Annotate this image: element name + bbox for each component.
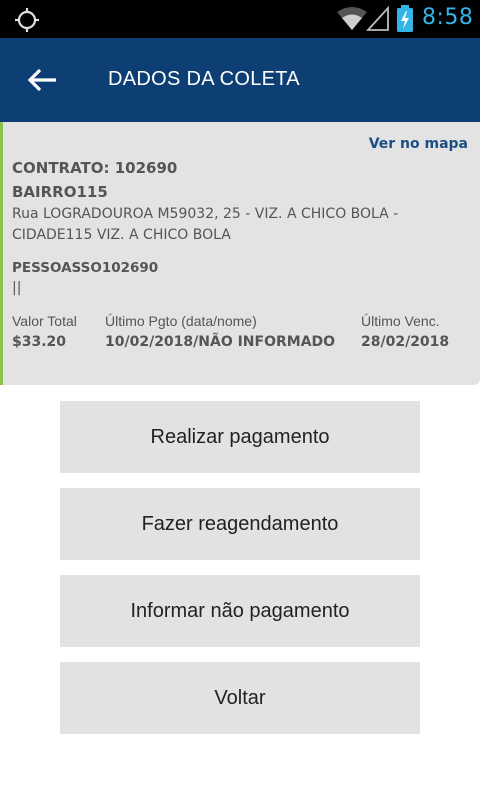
gps-icon: [15, 8, 39, 32]
last-payment-label: Último Pgto (data/nome): [105, 313, 257, 329]
view-on-map-link[interactable]: Ver no mapa: [369, 136, 468, 152]
collection-card: Ver no mapa CONTRATO: 102690 BAIRRO115 R…: [0, 122, 480, 385]
total-value: $33.20: [12, 334, 67, 350]
arrow-left-icon[interactable]: [22, 62, 62, 98]
signal-icon: [366, 6, 389, 31]
app-bar: DADOS DA COLETA: [0, 38, 480, 122]
extra-info: ||: [12, 280, 22, 296]
battery-charging-icon: [397, 5, 413, 32]
last-payment-value: 10/02/2018/NÃO INFORMADO: [105, 334, 336, 350]
back-button[interactable]: Voltar: [60, 662, 420, 734]
last-due-label: Último Venc.: [361, 313, 440, 329]
page-title: DADOS DA COLETA: [108, 68, 300, 90]
address: Rua LOGRADOUROA M59032, 25 - VIZ. A CHIC…: [12, 206, 399, 243]
neighborhood: BAIRRO115: [12, 183, 108, 201]
last-due-value: 28/02/2018: [361, 334, 450, 350]
wifi-icon: [337, 7, 367, 30]
clock: 8:58: [422, 5, 474, 30]
last-payment-column: Último Pgto (data/nome) 10/02/2018/NÃO I…: [105, 313, 335, 350]
last-due-column: Último Venc. 28/02/2018: [361, 313, 449, 350]
person-name: PESSOASSO102690: [12, 260, 159, 276]
status-bar: 8:58: [0, 0, 480, 38]
contract-number: CONTRATO: 102690: [12, 159, 178, 177]
report-no-payment-button[interactable]: Informar não pagamento: [60, 575, 420, 647]
make-payment-button[interactable]: Realizar pagamento: [60, 401, 420, 473]
total-value-label: Valor Total: [12, 313, 77, 329]
total-value-column: Valor Total $33.20: [12, 313, 77, 350]
reschedule-button[interactable]: Fazer reagendamento: [60, 488, 420, 560]
